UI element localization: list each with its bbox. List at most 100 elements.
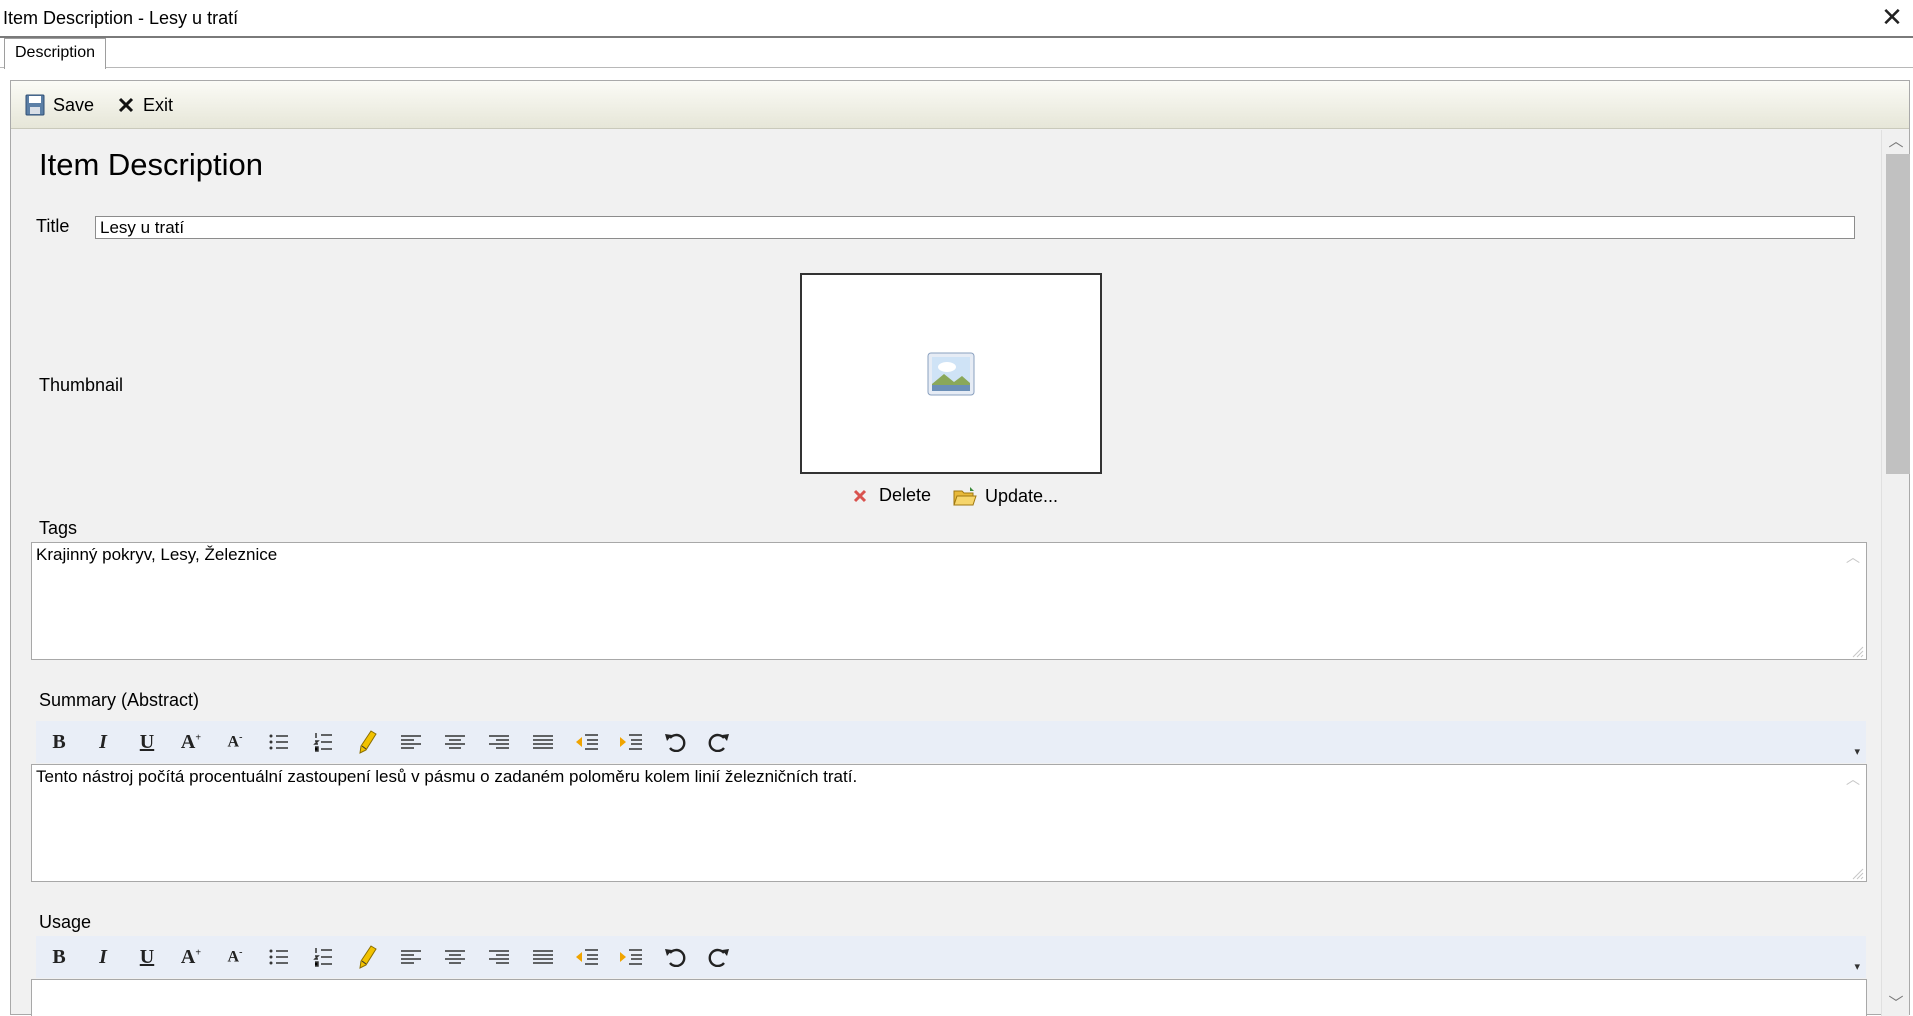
bullet-list-icon (269, 734, 288, 750)
highlight-button[interactable] (352, 942, 382, 972)
save-label: Save (53, 94, 95, 115)
undo-button[interactable] (660, 942, 690, 972)
font-shrink-button[interactable]: A- (220, 727, 250, 757)
title-input[interactable]: Lesy u tratí (95, 216, 1855, 239)
close-icon[interactable]: ✕ (1877, 2, 1907, 32)
exit-button[interactable]: Exit (117, 91, 173, 119)
justify-icon (533, 735, 553, 749)
page-title: Item Description (39, 147, 263, 182)
underline-button[interactable]: U (132, 727, 162, 757)
outdent-button[interactable] (572, 942, 602, 972)
toolbar-overflow-icon[interactable]: ▾ (1854, 960, 1860, 973)
align-center-button[interactable] (440, 942, 470, 972)
bold-icon: B (52, 730, 66, 753)
highlight-icon (359, 730, 377, 754)
align-left-button[interactable] (396, 727, 426, 757)
align-left-icon (401, 950, 421, 964)
summary-editor[interactable]: Tento nástroj počítá procentuální zastou… (31, 764, 1867, 882)
vertical-scrollbar[interactable]: ︿ ﹀ (1881, 130, 1910, 1016)
scrollbar-thumb[interactable] (1886, 154, 1910, 474)
numbered-list-button[interactable] (308, 942, 338, 972)
resize-grip-icon[interactable] (1850, 866, 1864, 880)
undo-icon (665, 733, 686, 752)
delete-icon (853, 489, 867, 502)
justify-button[interactable] (528, 942, 558, 972)
redo-button[interactable] (704, 942, 734, 972)
align-right-icon (489, 735, 509, 749)
bold-button[interactable]: B (44, 727, 74, 757)
save-button[interactable]: Save (25, 91, 94, 119)
italic-button[interactable]: I (88, 727, 118, 757)
indent-button[interactable] (616, 942, 646, 972)
align-center-button[interactable] (440, 727, 470, 757)
align-right-button[interactable] (484, 942, 514, 972)
save-icon (25, 94, 45, 116)
align-right-icon (489, 950, 509, 964)
delete-label: Delete (879, 485, 932, 505)
outdent-icon (576, 734, 598, 750)
tags-field[interactable]: Krajinný pokryv, Lesy, Železnice ︿ (31, 542, 1867, 660)
italic-icon: I (99, 730, 107, 753)
italic-icon: I (99, 945, 107, 968)
update-thumbnail-button[interactable]: Update... (953, 485, 1058, 507)
toolbar: Save Exit (11, 81, 1909, 129)
redo-icon (708, 733, 729, 752)
align-left-button[interactable] (396, 942, 426, 972)
usage-label: Usage (39, 912, 92, 932)
justify-button[interactable] (528, 727, 558, 757)
italic-button[interactable]: I (88, 942, 118, 972)
tab-description[interactable]: Description (4, 38, 106, 69)
bullet-list-button[interactable] (264, 942, 294, 972)
description-panel: Save Exit Item Description Title Lesy u … (10, 80, 1910, 1016)
font-grow-button[interactable]: A+ (176, 727, 206, 757)
highlight-button[interactable] (352, 727, 382, 757)
window-title: Item Description - Lesy u tratí (3, 8, 239, 28)
font-shrink-button[interactable]: A- (220, 942, 250, 972)
bullet-list-button[interactable] (264, 727, 294, 757)
underline-icon: U (139, 730, 155, 753)
chevron-up-icon[interactable]: ︿ (1846, 547, 1860, 567)
tab-strip: Description (0, 38, 1913, 69)
font-grow-icon: A+ (180, 730, 202, 753)
align-center-icon (445, 735, 465, 749)
indent-icon (620, 949, 642, 965)
justify-icon (533, 950, 553, 964)
chevron-up-icon[interactable]: ︿ (1846, 769, 1860, 789)
exit-label: Exit (143, 94, 174, 115)
usage-editor[interactable] (31, 979, 1867, 1016)
resize-grip-icon[interactable] (1850, 644, 1864, 658)
form-content: Item Description Title Lesy u tratí Thum… (11, 130, 1883, 1016)
close-icon (118, 97, 134, 113)
underline-icon: U (139, 945, 155, 968)
numbered-list-icon (313, 948, 332, 967)
font-shrink-icon: A- (227, 947, 243, 966)
outdent-button[interactable] (572, 727, 602, 757)
delete-thumbnail-button[interactable]: Delete (851, 485, 931, 506)
numbered-list-button[interactable] (308, 727, 338, 757)
redo-button[interactable] (704, 727, 734, 757)
usage-formatting-toolbar: B I U A+ A- ▾ (36, 936, 1866, 978)
redo-icon (708, 948, 729, 967)
font-grow-icon: A+ (180, 945, 202, 968)
thumbnail-label: Thumbnail (39, 375, 124, 395)
indent-button[interactable] (616, 727, 646, 757)
summary-value: Tento nástroj počítá procentuální zastou… (36, 767, 858, 786)
scroll-up-icon[interactable]: ︿ (1882, 130, 1910, 154)
scroll-down-icon[interactable]: ﹀ (1882, 992, 1910, 1016)
undo-button[interactable] (660, 727, 690, 757)
font-shrink-icon: A- (227, 732, 243, 751)
summary-formatting-toolbar: B I U A+ A- ▾ (36, 721, 1866, 763)
thumbnail-box[interactable] (800, 273, 1102, 474)
indent-icon (620, 734, 642, 750)
align-center-icon (445, 950, 465, 964)
title-label: Title (36, 216, 70, 236)
outdent-icon (576, 949, 598, 965)
numbered-list-icon (313, 733, 332, 752)
font-grow-button[interactable]: A+ (176, 942, 206, 972)
underline-button[interactable]: U (132, 942, 162, 972)
bold-button[interactable]: B (44, 942, 74, 972)
folder-open-icon (953, 487, 977, 506)
align-right-button[interactable] (484, 727, 514, 757)
highlight-icon (359, 945, 377, 969)
toolbar-overflow-icon[interactable]: ▾ (1854, 745, 1860, 758)
